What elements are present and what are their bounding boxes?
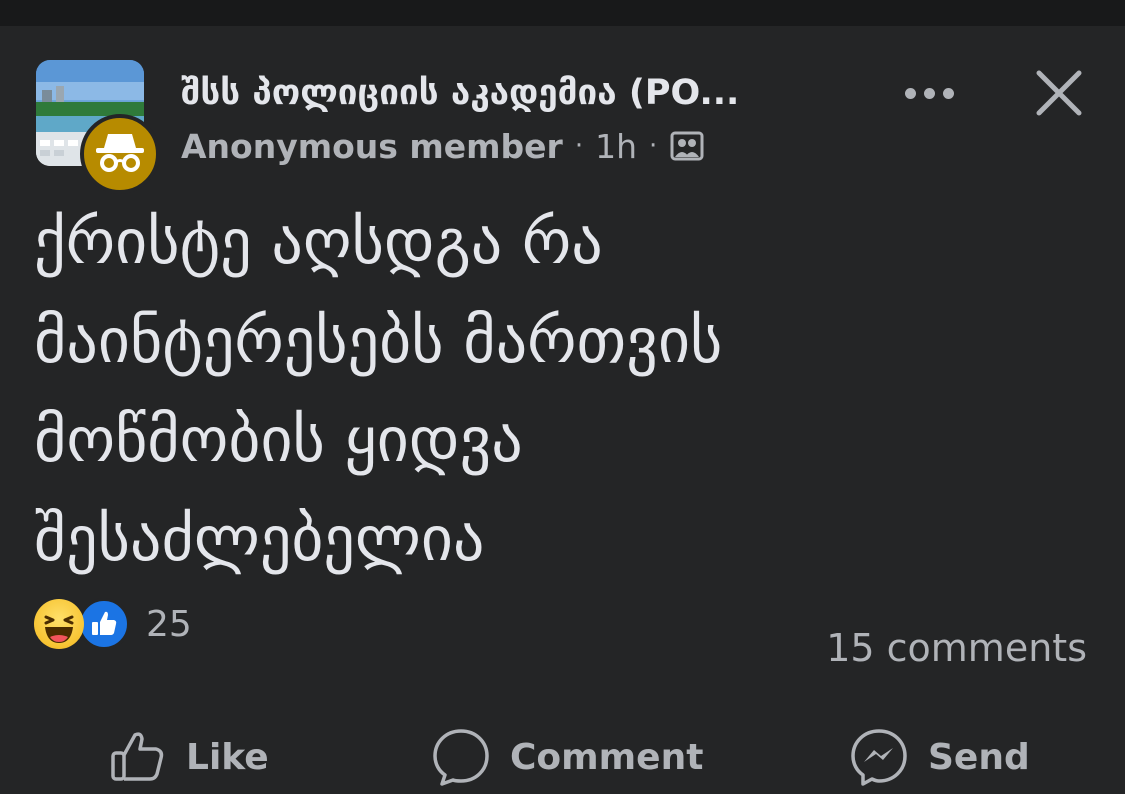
post-card: შსს პოლიციის აკადემია (PO... Anonymous m… — [0, 26, 1125, 786]
more-dot-icon — [923, 87, 935, 99]
post-text-line: მაინტერესებს მართვის — [34, 304, 723, 377]
comment-button[interactable]: Comment — [430, 720, 703, 794]
anonymous-member-avatar[interactable] — [80, 114, 160, 194]
like-button[interactable]: Like — [108, 720, 269, 794]
status-bar-strip — [0, 0, 1125, 26]
reactions-summary[interactable]: 25 — [34, 596, 192, 652]
author-name[interactable]: Anonymous member — [181, 127, 563, 166]
post-time[interactable]: 1h — [595, 127, 637, 166]
send-label: Send — [928, 736, 1030, 778]
more-options-button[interactable] — [896, 76, 962, 110]
post-text-line: მოწმობის ყიდვა — [34, 403, 523, 476]
haha-reaction-icon — [34, 599, 84, 649]
comments-count-link[interactable]: 15 comments — [826, 626, 1087, 670]
thumbs-up-icon — [111, 732, 164, 781]
post-text-line: ქრისტე აღსდგა რა — [34, 205, 603, 278]
like-label: Like — [186, 736, 269, 778]
post-body-text: ქრისტე აღსდგა რა მაინტერესებს მართვის მო… — [34, 192, 1094, 588]
comment-label: Comment — [510, 736, 704, 778]
group-name[interactable]: შსს პოლიციის აკადემია (PO... — [181, 70, 871, 116]
post-text-line: შესაძლებელია — [34, 502, 485, 575]
separator-dot: · — [649, 131, 658, 161]
more-dot-icon — [942, 87, 954, 99]
post-meta: Anonymous member · 1h · — [181, 124, 705, 168]
send-button[interactable]: Send — [848, 720, 1030, 794]
separator-dot: · — [574, 131, 584, 161]
like-reaction-icon — [78, 598, 130, 650]
more-dot-icon — [904, 87, 916, 99]
incognito-icon — [96, 134, 144, 172]
close-icon — [1036, 70, 1082, 116]
comment-bubble-icon — [433, 729, 489, 786]
group-members-icon — [669, 128, 705, 164]
messenger-icon — [851, 729, 907, 786]
reaction-count: 25 — [146, 603, 192, 645]
close-button[interactable] — [1030, 64, 1088, 122]
